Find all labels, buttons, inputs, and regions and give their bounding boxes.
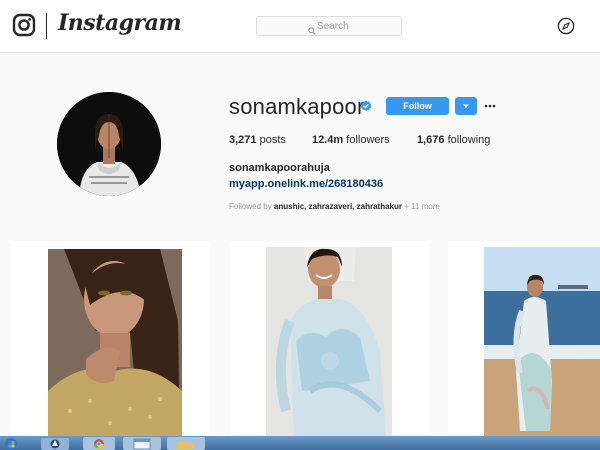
caret-down-icon (463, 104, 469, 108)
instagram-camera-icon[interactable] (12, 13, 36, 42)
posts-label: posts (259, 134, 286, 146)
start-orb-icon[interactable] (2, 437, 20, 450)
followed-by-names: anushic, zahrazaveri, zahrathakur (273, 202, 402, 211)
following-count: 1,676 (417, 134, 445, 146)
folder-icon[interactable] (166, 437, 206, 450)
followers-count: 12.4m (312, 134, 344, 146)
instagram-wordmark[interactable]: Instagram (58, 10, 182, 36)
suggestions-dropdown-button[interactable] (455, 97, 477, 115)
verified-badge-icon (360, 99, 372, 117)
window-icon[interactable] (122, 437, 162, 450)
post-thumbnail[interactable] (448, 241, 600, 436)
follow-button[interactable]: Follow (386, 97, 449, 115)
photo-thumbnail (10, 241, 210, 436)
bio-link[interactable]: myapp.onelink.me/268180436 (229, 178, 383, 190)
photo-thumbnail (448, 241, 600, 436)
app-icon[interactable] (40, 437, 70, 450)
search-box[interactable] (256, 16, 402, 36)
more-options-icon[interactable] (483, 97, 497, 115)
followers-label: followers (346, 134, 390, 146)
logo-divider (46, 13, 47, 39)
os-taskbar (0, 436, 600, 450)
post-thumbnail[interactable] (230, 241, 430, 436)
followed-by-text[interactable]: Followed by anushic, zahrazaveri, zahrat… (229, 202, 440, 211)
profile-avatar[interactable] (57, 92, 161, 196)
chrome-icon[interactable] (82, 437, 116, 450)
followed-by-more: + 11 more (404, 202, 440, 211)
followers-stat[interactable]: 12.4m followers (312, 134, 390, 146)
following-stat[interactable]: 1,676 following (417, 134, 490, 146)
profile-full-name: sonamkapoorahuja (229, 162, 330, 174)
top-navigation-bar: Instagram (0, 0, 600, 53)
profile-username: sonamkapoor (229, 94, 365, 119)
following-label: following (447, 134, 491, 146)
post-thumbnail[interactable] (10, 241, 210, 436)
search-icon (308, 22, 316, 40)
photo-thumbnail (230, 241, 430, 436)
posts-stat: 3,271 posts (229, 134, 286, 146)
search-input[interactable] (317, 18, 397, 34)
followed-by-prefix: Followed by (229, 202, 272, 211)
posts-count: 3,271 (229, 134, 257, 146)
compass-icon[interactable] (557, 17, 575, 40)
